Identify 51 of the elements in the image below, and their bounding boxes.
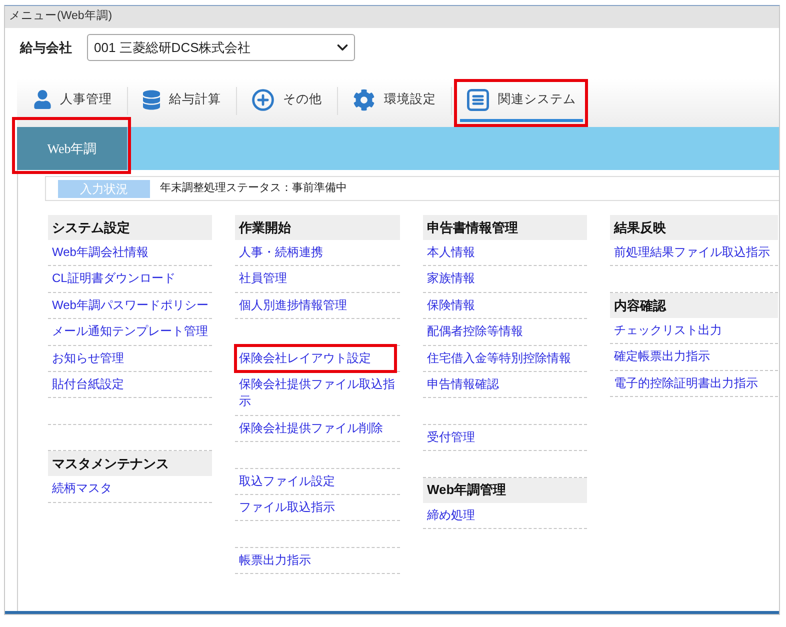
menu-link[interactable]: 締め処理: [423, 502, 587, 530]
section-heading: 作業開始: [235, 215, 400, 240]
menu-link[interactable]: Web年調会社情報: [48, 240, 212, 266]
menu-link[interactable]: 保険会社提供ファイル削除: [235, 416, 400, 442]
menu-link[interactable]: チェックリスト出力: [610, 318, 778, 344]
menu-link[interactable]: 電子的控除証明書出力指示: [610, 370, 778, 398]
menu-tab[interactable]: 関連システム: [460, 80, 583, 122]
section-heading: Web年調管理: [423, 478, 587, 503]
menu-link[interactable]: 保険会社レイアウト設定: [235, 346, 400, 372]
menu-link[interactable]: CL証明書ダウンロード: [48, 266, 212, 293]
menu-link[interactable]: 配偶者控除等情報: [423, 319, 587, 346]
menu-link[interactable]: 帳票出力指示: [235, 548, 400, 574]
menu-link[interactable]: 取込ファイル設定: [235, 468, 400, 496]
menu-tab[interactable]: 人事管理: [27, 80, 119, 122]
gear-icon: [353, 88, 375, 110]
menu-link[interactable]: 社員管理: [235, 266, 400, 293]
section-heading: システム設定: [48, 215, 212, 240]
menu-link[interactable]: 住宅借入金等特別控除情報: [423, 346, 587, 372]
status-text: 年末調整処理ステータス：事前準備中: [160, 180, 347, 196]
section-heading: 内容確認: [610, 292, 778, 318]
menu-link[interactable]: Web年調パスワードポリシー: [48, 292, 212, 320]
menu-link[interactable]: 受付管理: [423, 424, 587, 452]
menu-link[interactable]: 家族情報: [423, 266, 587, 293]
menu-link[interactable]: 前処理結果ファイル取込指示: [610, 240, 778, 266]
company-select[interactable]: 001 三菱総研DCS株式会社: [87, 34, 355, 61]
person-icon: [34, 90, 51, 109]
section-heading: マスタメンテナンス: [48, 451, 212, 476]
menu-link[interactable]: 本人情報: [423, 240, 587, 266]
window-title: メニュー(Web年調): [9, 8, 112, 24]
menu-tab[interactable]: その他: [245, 80, 329, 122]
list-icon: [467, 88, 489, 110]
status-label: 入力状況: [58, 180, 150, 198]
menu-tab[interactable]: 給与計算: [136, 80, 228, 122]
menu-link[interactable]: 保険情報: [423, 292, 587, 320]
menu-link[interactable]: メール通知テンプレート管理: [48, 319, 212, 346]
menu-link[interactable]: ファイル取込指示: [235, 495, 400, 522]
plus-circle-icon: [252, 88, 274, 110]
menu-link[interactable]: 申告情報確認: [423, 372, 587, 398]
section-heading: 結果反映: [610, 215, 778, 240]
menu-link[interactable]: 続柄マスタ: [48, 476, 212, 503]
menu-tab[interactable]: 環境設定: [346, 80, 443, 122]
section-heading: 申告書情報管理: [423, 215, 587, 240]
menu-link[interactable]: 貼付台紙設定: [48, 372, 212, 398]
field-label: 給与会社: [20, 38, 73, 57]
menu-link[interactable]: 保険会社提供ファイル取込指示: [235, 372, 400, 416]
database-icon: [143, 90, 160, 110]
menu-link[interactable]: お知らせ管理: [48, 346, 212, 372]
menu-link[interactable]: 個人別進捗情報管理: [235, 292, 400, 320]
menu-link[interactable]: 確定帳票出力指示: [610, 344, 778, 371]
subnav-tab[interactable]: Web年調: [17, 127, 127, 170]
menu-link[interactable]: 人事・続柄連携: [235, 240, 400, 266]
